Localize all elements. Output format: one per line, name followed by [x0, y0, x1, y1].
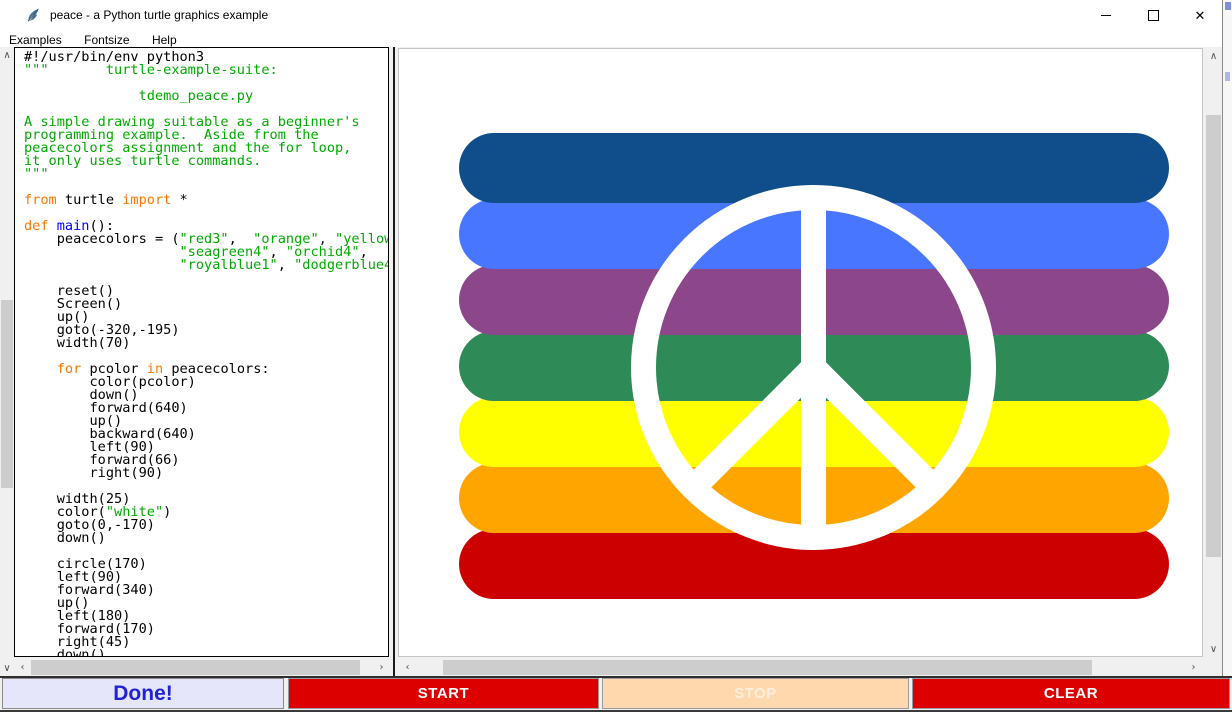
code-viewer[interactable]: #!/usr/bin/env python3""" turtle-example… [14, 47, 389, 657]
scroll-right-icon[interactable]: › [1186, 659, 1201, 676]
canvas-horizontal-scrollbar[interactable]: ‹ › [398, 659, 1203, 676]
background-fragment [1225, 72, 1230, 81]
menu-help[interactable]: Help [143, 32, 186, 48]
scroll-left-icon[interactable]: ‹ [400, 659, 415, 676]
turtledemo-window: { "window": { "title": "peace - a Python… [0, 0, 1232, 712]
scroll-down-icon[interactable]: ∨ [1205, 641, 1222, 657]
maximize-button[interactable] [1130, 0, 1176, 31]
scroll-down-icon[interactable]: ∨ [0, 660, 14, 676]
menu-fontsize[interactable]: Fontsize [75, 32, 138, 48]
python-feather-icon [25, 8, 41, 24]
pane-divider [393, 47, 395, 677]
turtle-canvas [398, 48, 1203, 657]
scroll-up-icon[interactable]: ∧ [0, 47, 14, 63]
code-vscroll-thumb[interactable] [1, 300, 13, 488]
background-window-sliver [1222, 0, 1232, 676]
minimize-button[interactable] [1083, 0, 1129, 31]
code-hscroll-thumb[interactable] [31, 660, 360, 675]
clear-button[interactable]: CLEAR [912, 678, 1230, 709]
status-done-label: Done! [2, 678, 284, 709]
background-fragment [1225, 2, 1231, 10]
menu-bar: Examples Fontsize Help [0, 31, 1222, 47]
close-button[interactable]: ✕ [1177, 0, 1223, 31]
window-title: peace - a Python turtle graphics example [50, 0, 268, 31]
menu-examples[interactable]: Examples [0, 32, 71, 48]
code-text: #!/usr/bin/env python3""" turtle-example… [24, 51, 389, 657]
stop-button[interactable]: STOP [602, 678, 909, 709]
title-bar[interactable]: peace - a Python turtle graphics example… [0, 0, 1222, 31]
canvas-hscroll-thumb[interactable] [443, 660, 1092, 675]
scroll-up-icon[interactable]: ∧ [1205, 48, 1222, 64]
code-horizontal-scrollbar[interactable]: ‹ › [14, 659, 390, 676]
minimize-icon [1101, 15, 1111, 16]
scroll-right-icon[interactable]: › [374, 659, 389, 676]
scroll-left-icon[interactable]: ‹ [15, 659, 30, 676]
close-icon: ✕ [1195, 8, 1206, 24]
canvas-vertical-scrollbar[interactable]: ∧ ∨ [1205, 48, 1222, 657]
maximize-icon [1148, 10, 1159, 21]
canvas-vscroll-thumb[interactable] [1206, 115, 1221, 557]
code-vertical-scrollbar[interactable]: ∧ ∨ [0, 47, 14, 676]
start-button[interactable]: START [288, 678, 599, 709]
